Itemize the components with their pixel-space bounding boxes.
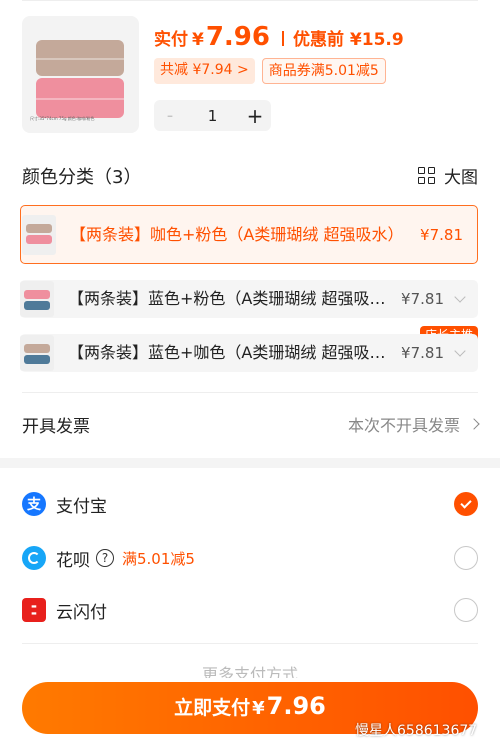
divider [22, 643, 478, 644]
color-option-2[interactable]: 【两条装】蓝色+粉色（A类珊瑚绒 超强吸水） ¥7.81 [20, 280, 478, 318]
more-payment-methods[interactable]: 更多支付方式 [0, 664, 500, 678]
coupon-tag: 商品券满5.01减5 [261, 58, 386, 84]
invoice-value: 本次不开具发票 [347, 412, 480, 436]
big-image-toggle[interactable]: 大图 [418, 163, 478, 188]
quantity-value[interactable]: 1 [186, 107, 239, 125]
option-label: 【两条装】咖色+粉色（A类珊瑚绒 超强吸水） [70, 224, 404, 244]
option-price: ¥7.81 [420, 225, 463, 244]
chevron-right-icon [468, 418, 480, 430]
payment-name: 支付宝 [56, 496, 107, 517]
discount-tags: 共减 ¥7.94 > 商品券满5.01减5 [154, 58, 386, 84]
selected-check-icon[interactable] [454, 492, 478, 516]
pay-amount: 7.96 [266, 692, 326, 720]
payment-name: 云闪付 [56, 602, 107, 623]
towel-pink-image [36, 78, 124, 118]
option-price: ¥7.81 [401, 344, 444, 362]
watermark: 慢星人658613677 [355, 723, 478, 739]
option-thumbnail [20, 281, 54, 317]
thumbnail-caption: 尺寸:35*74cm 75g 颜色:咖啡/粉色 [30, 116, 95, 121]
option-thumbnail [20, 335, 54, 371]
invoice-status: 本次不开具发票 [347, 416, 460, 435]
top-divider [22, 0, 478, 1]
product-thumbnail[interactable]: 尺寸:35*74cm 75g 颜色:咖啡/粉色 [22, 16, 139, 133]
original-price: 优惠前 ¥15.9 [293, 30, 404, 50]
help-icon[interactable]: ? [96, 549, 114, 567]
payment-name: 花呗 [56, 550, 90, 571]
option-price: ¥7.81 [401, 290, 444, 308]
towel-brown-image [36, 40, 124, 76]
price-separator [282, 30, 284, 46]
divider [22, 392, 478, 393]
payment-unionpay[interactable]: ▬ ▬ 云闪付 [22, 595, 478, 625]
color-option-1[interactable]: 【两条装】咖色+粉色（A类珊瑚绒 超强吸水） ¥7.81 [20, 205, 478, 264]
increase-button[interactable]: + [239, 104, 271, 128]
actual-pay-label: 实付 [154, 30, 188, 50]
huabei-promo: 满5.01减5 [122, 549, 195, 568]
price-row: 实付 ¥ 7.96 优惠前 ¥15.9 [154, 22, 404, 54]
big-image-label: 大图 [444, 168, 478, 188]
alipay-icon: 支 [22, 492, 46, 516]
huabei-icon [22, 546, 46, 570]
option-label: 【两条装】蓝色+粉色（A类珊瑚绒 超强吸水） [68, 289, 402, 308]
grid-icon [418, 166, 436, 185]
color-option-3[interactable]: 【两条装】蓝色+咖色（A类珊瑚绒 超强吸水） ¥7.81 [20, 334, 478, 372]
actual-price: 7.96 [205, 22, 270, 52]
invoice-label: 开具发票 [22, 416, 90, 437]
radio-button[interactable] [454, 546, 478, 570]
chevron-down-icon[interactable] [454, 291, 466, 303]
pay-now-label: 立即支付 [174, 697, 251, 719]
section-gap [0, 458, 500, 468]
pay-currency: ¥ [252, 698, 265, 719]
chevron-down-icon[interactable] [454, 345, 466, 357]
decrease-button[interactable]: - [154, 105, 186, 126]
option-label: 【两条装】蓝色+咖色（A类珊瑚绒 超强吸水） [68, 343, 402, 362]
quantity-stepper: - 1 + [154, 100, 271, 131]
invoice-row[interactable]: 开具发票 本次不开具发票 [22, 410, 480, 438]
payment-huabei[interactable]: 花呗 ? 满5.01减5 [22, 543, 478, 573]
radio-button[interactable] [454, 598, 478, 622]
total-discount-tag[interactable]: 共减 ¥7.94 > [154, 58, 255, 84]
payment-alipay[interactable]: 支 支付宝 [22, 489, 478, 519]
color-section-title: 颜色分类（3） [22, 167, 142, 188]
currency-symbol: ¥ [192, 30, 204, 50]
unionpay-icon: ▬ ▬ [22, 598, 46, 622]
option-thumbnail [22, 214, 56, 255]
